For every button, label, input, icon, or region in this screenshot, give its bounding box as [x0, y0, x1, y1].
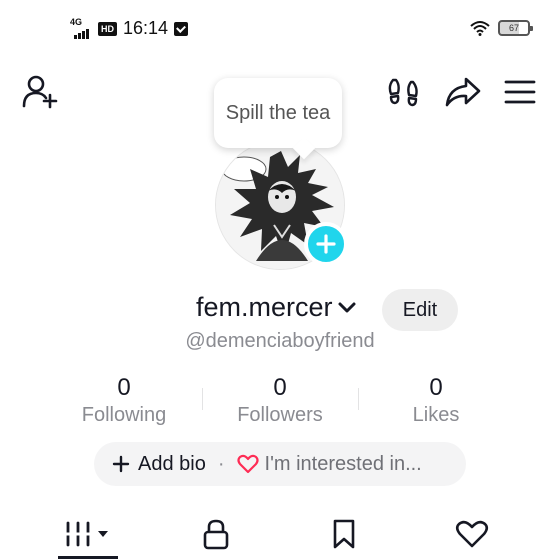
note-bubble[interactable]: Spill the tea [214, 78, 342, 148]
stat-divider [202, 388, 203, 410]
stat-followers-label: Followers [237, 404, 323, 426]
menu-button[interactable] [500, 74, 540, 110]
username-switcher[interactable]: fem.mercer [196, 292, 357, 323]
heart-outline-icon [455, 520, 489, 548]
video-grid-icon [66, 521, 108, 547]
footprints-icon [388, 78, 418, 107]
interests-label: I'm interested in... [264, 452, 422, 475]
battery-level: 67 [508, 23, 519, 33]
lock-icon [203, 519, 229, 550]
share-arrow-icon [445, 77, 481, 107]
stat-followers[interactable]: 0 Followers [210, 374, 350, 428]
tab-private[interactable] [146, 508, 286, 560]
profile-views-button[interactable] [384, 74, 424, 110]
stat-following-value: 0 [117, 374, 131, 401]
status-right: 67 [470, 20, 533, 36]
battery-icon: 67 [498, 20, 533, 36]
plus-icon [112, 455, 130, 473]
stat-divider [358, 388, 359, 410]
stat-likes[interactable]: 0 Likes [366, 374, 506, 428]
chevron-down-icon [338, 302, 356, 312]
cellular-signal-icon: 4G [70, 16, 92, 39]
bookmark-icon [333, 519, 355, 549]
add-bio-label: Add bio [138, 452, 206, 475]
add-user-icon [22, 75, 58, 109]
status-bar: 4G HD 16:14 67 [0, 0, 560, 60]
bio-separator: · [217, 452, 225, 475]
hamburger-menu-icon [504, 80, 536, 104]
tab-videos[interactable] [18, 508, 158, 560]
add-bio-button[interactable]: Add bio [112, 453, 206, 476]
note-bubble-text: Spill the tea [225, 102, 331, 124]
username: fem.mercer [196, 292, 333, 322]
network-type: 4G [70, 16, 83, 27]
interests-button[interactable]: I'm interested in... [236, 452, 422, 476]
wifi-icon [470, 21, 490, 36]
edit-profile-button[interactable]: Edit [382, 289, 458, 331]
stat-likes-value: 0 [429, 374, 443, 401]
add-avatar-button[interactable] [304, 222, 348, 266]
stat-following[interactable]: 0 Following [54, 374, 194, 428]
active-tab-indicator [58, 556, 118, 559]
stat-following-label: Following [81, 404, 167, 426]
hd-badge: HD [98, 21, 117, 36]
heart-icon [236, 454, 259, 474]
notification-icon [174, 21, 189, 36]
stat-likes-label: Likes [412, 404, 460, 426]
status-left: 4G HD 16:14 [70, 16, 189, 39]
profile-handle: @demenciaboyfriend [185, 330, 375, 352]
tab-liked[interactable] [402, 508, 542, 560]
tab-saved[interactable] [274, 508, 414, 560]
stat-followers-value: 0 [273, 374, 287, 401]
plus-icon [316, 234, 336, 254]
add-friend-button[interactable] [20, 72, 60, 112]
bio-pill: Add bio · I'm interested in... [94, 442, 466, 486]
share-button[interactable] [442, 74, 484, 110]
status-time: 16:14 [123, 18, 169, 38]
